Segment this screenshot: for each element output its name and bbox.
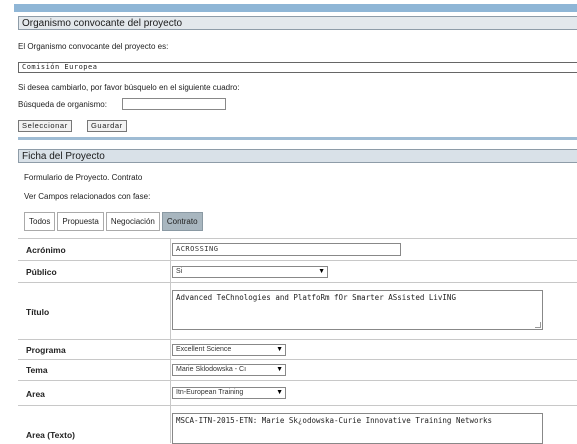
resize-grip-icon[interactable] bbox=[535, 322, 541, 328]
titulo-label: Título bbox=[26, 307, 50, 317]
programa-value: Excellent Science bbox=[176, 346, 232, 353]
form-description: Formulario de Proyecto. Contrato bbox=[24, 173, 143, 182]
tab-propuesta[interactable]: Propuesta bbox=[57, 212, 104, 231]
fields-phase-label: Ver Campos relacionados con fase: bbox=[24, 192, 151, 201]
row-publico: Público Si ▼ bbox=[18, 260, 577, 282]
row-area: Area Itn-European Training ▼ bbox=[18, 380, 577, 405]
chevron-down-icon: ▼ bbox=[318, 268, 325, 275]
tema-label: Tema bbox=[26, 365, 48, 375]
organismo-intro: El Organismo convocante del proyecto es: bbox=[18, 42, 169, 51]
organismo-header: Organismo convocante del proyecto bbox=[18, 16, 577, 30]
chevron-down-icon: ▼ bbox=[276, 346, 283, 353]
row-acronimo: Acrónimo ACROSSING bbox=[18, 238, 577, 260]
top-bar bbox=[14, 4, 577, 12]
publico-select[interactable]: Si ▼ bbox=[172, 266, 328, 278]
acronimo-label: Acrónimo bbox=[26, 245, 66, 255]
tab-contrato[interactable]: Contrato bbox=[161, 212, 203, 231]
organismo-search-input[interactable] bbox=[122, 98, 226, 110]
save-button[interactable]: Guardar bbox=[87, 120, 127, 132]
area-texto-label: Area (Texto) bbox=[26, 430, 75, 440]
tema-value: Marie Sklodowska - Cı bbox=[176, 366, 247, 373]
programa-select[interactable]: Excellent Science ▼ bbox=[172, 344, 286, 356]
chevron-down-icon: ▼ bbox=[276, 366, 283, 373]
publico-value: Si bbox=[176, 268, 183, 275]
chevron-down-icon: ▼ bbox=[276, 389, 283, 396]
organismo-value: Comisión Europea bbox=[18, 62, 577, 73]
publico-label: Público bbox=[26, 267, 57, 277]
search-label: Búsqueda de organismo: bbox=[18, 100, 107, 109]
row-programa: Programa Excellent Science ▼ bbox=[18, 339, 577, 359]
phase-tabs: Todos Propuesta Negociación Contrato bbox=[24, 212, 205, 231]
titulo-textarea[interactable]: Advanced TeChnologies and PlatfoRm fOr S… bbox=[172, 290, 543, 330]
row-tema: Tema Marie Sklodowska - Cı ▼ bbox=[18, 359, 577, 380]
programa-label: Programa bbox=[26, 345, 66, 355]
row-titulo: Título Advanced TeChnologies and PlatfoR… bbox=[18, 282, 577, 339]
ficha-header: Ficha del Proyecto bbox=[18, 149, 577, 163]
area-texto-textarea[interactable]: MSCA-ITN-2015-ETN: Marie Sk¿odowska-Curi… bbox=[172, 413, 543, 444]
area-select[interactable]: Itn-European Training ▼ bbox=[172, 387, 286, 399]
tema-select[interactable]: Marie Sklodowska - Cı ▼ bbox=[172, 364, 286, 376]
select-button[interactable]: Seleccionar bbox=[18, 120, 72, 132]
area-value: Itn-European Training bbox=[176, 389, 244, 396]
area-label: Area bbox=[26, 389, 45, 399]
tab-todos[interactable]: Todos bbox=[24, 212, 56, 231]
row-area-texto: Area (Texto) MSCA-ITN-2015-ETN: Marie Sk… bbox=[18, 405, 577, 444]
section-separator bbox=[18, 137, 577, 140]
titulo-value: Advanced TeChnologies and PlatfoRm fOr S… bbox=[176, 293, 456, 302]
tab-negociacion[interactable]: Negociación bbox=[105, 212, 160, 231]
change-instructions: Si desea cambiarlo, por favor búsquelo e… bbox=[18, 83, 240, 92]
acronimo-input[interactable]: ACROSSING bbox=[172, 243, 401, 256]
